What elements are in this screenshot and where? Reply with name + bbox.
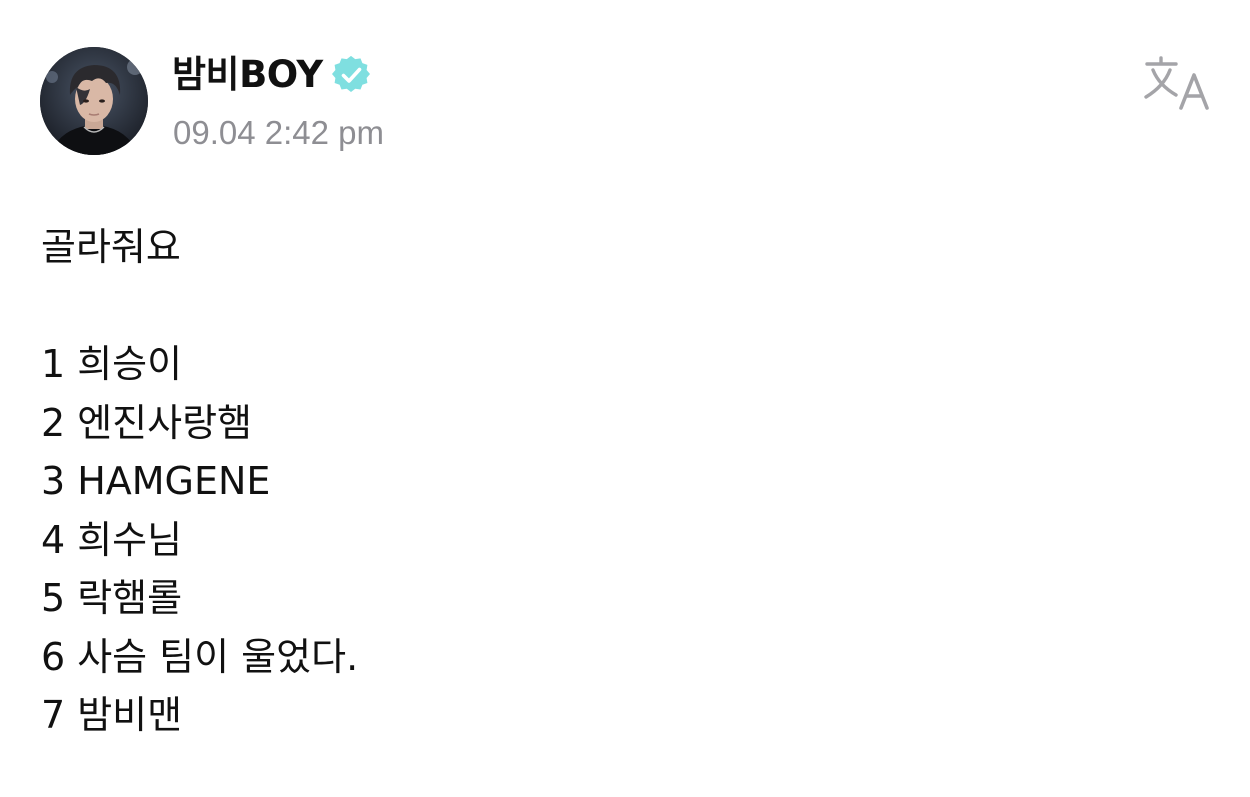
option-number: 1 (41, 342, 66, 386)
option-number: 2 (41, 400, 66, 445)
list-item: 1 희승이 (41, 335, 1191, 394)
list-item: 5 락햄롤 (41, 569, 1191, 628)
option-list: 1 희승이 2 엔진사랑햄 3 HAMGENE 4 희수님 5 락햄롤 6 사슴 팀이 울었… (41, 335, 1191, 745)
option-text: 락햄롤 (77, 576, 183, 620)
list-item: 3 HAMGENE (41, 452, 1191, 511)
post-body: 골라줘요 1 희승이 2 엔진사랑햄 3 HAMGENE 4 희수님 5 락햄롤 6 사슴 … (41, 218, 1191, 745)
author-row: 밤비BOY (172, 50, 370, 100)
option-number: 3 (41, 459, 66, 503)
translate-button[interactable] (1140, 50, 1216, 116)
list-item: 4 희수님 (41, 511, 1191, 570)
option-text: 희승이 (77, 342, 183, 386)
list-item: 6 사슴 팀이 울었다. (41, 628, 1191, 687)
option-text: 사슴 팀이 울었다. (77, 634, 359, 679)
post-timestamp: 09.04 2:42 pm (173, 114, 384, 151)
post-card: 밤비BOY 09.04 2:42 pm 골라줘요 1 희승이 2 엔진사랑햄 3… (0, 0, 1250, 797)
option-number: 7 (41, 693, 66, 737)
option-text: 엔진사랑햄 (77, 400, 252, 445)
avatar[interactable] (40, 47, 148, 155)
post-intro-text: 골라줘요 (41, 225, 181, 269)
option-number: 5 (41, 576, 66, 620)
author-name[interactable]: 밤비BOY (172, 50, 323, 100)
option-text: HAMGENE (77, 459, 271, 503)
translate-icon (1144, 56, 1209, 110)
option-text: 밤비맨 (77, 693, 183, 737)
option-number: 4 (41, 517, 66, 562)
option-number: 6 (41, 634, 66, 679)
verified-badge-icon (331, 55, 370, 94)
list-item: 7 밤비맨 (41, 686, 1191, 745)
avatar-image (40, 47, 148, 155)
option-text: 희수님 (77, 517, 183, 562)
list-item: 2 엔진사랑햄 (41, 394, 1191, 453)
